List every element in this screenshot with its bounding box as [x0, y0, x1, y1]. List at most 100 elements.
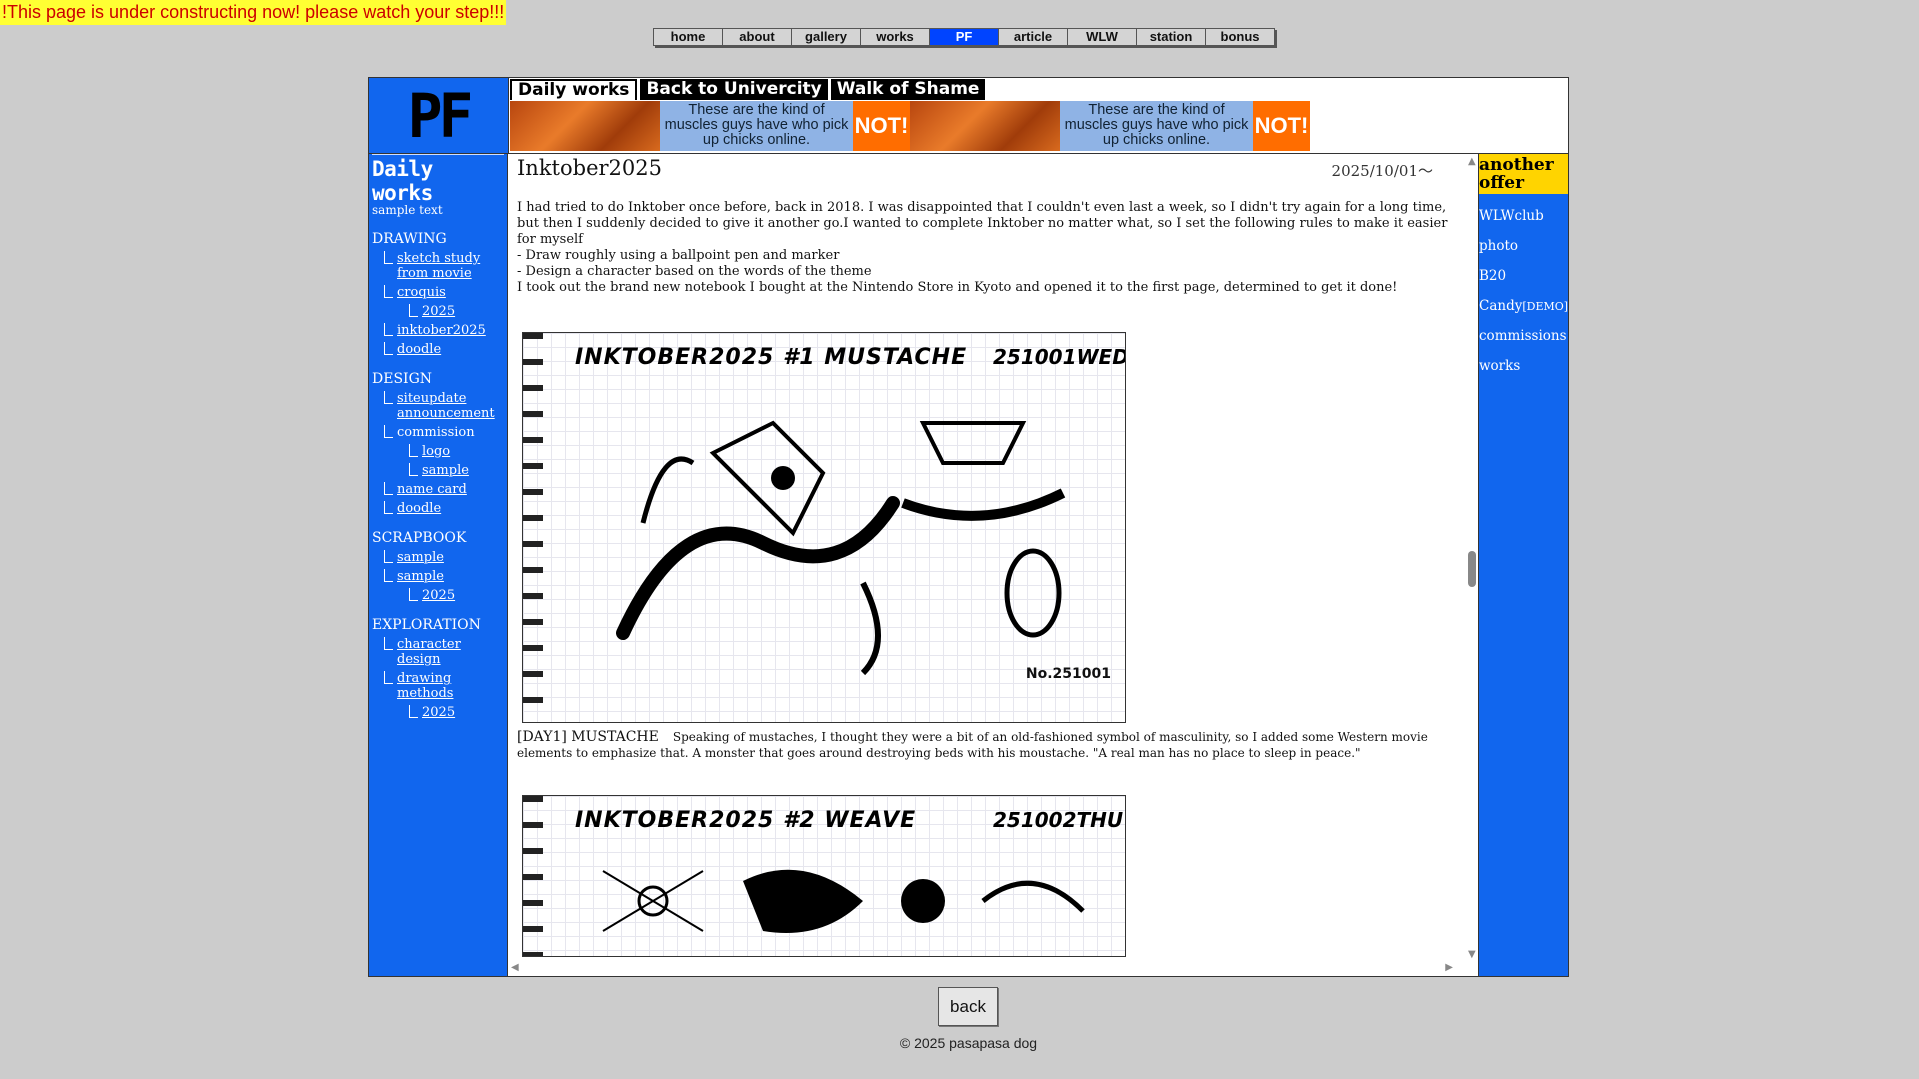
notebook-rings [523, 333, 543, 722]
nav-works[interactable]: works [861, 29, 930, 45]
scroll-left-icon[interactable]: ◀ [511, 962, 519, 973]
scroll-right-icon[interactable]: ▶ [1445, 962, 1453, 973]
another-offer-heading: another offer [1479, 154, 1568, 194]
right-link-label: commissions [1479, 328, 1567, 344]
right-link-label: photo [1479, 238, 1519, 254]
sidebar-link-drawing-methods[interactable]: drawing methods [397, 671, 453, 701]
sidebar-item: sample [372, 463, 504, 478]
ad-banners: These are the kind of muscles guys have … [510, 101, 1310, 151]
main-frame: PF Daily works Back to Univercity Walk of … [368, 77, 1569, 977]
sidebar-link-sample[interactable]: sample [397, 550, 444, 565]
sidebar-link-doodle[interactable]: doodle [397, 342, 441, 357]
nav-station[interactable]: station [1137, 29, 1206, 45]
sketch-number: No.251001 [1025, 666, 1111, 682]
caption-heading: [DAY1] MUSTACHE [517, 729, 659, 745]
sidebar-subtitle: sample text [372, 203, 443, 217]
post-paragraph: - Design a character based on the words … [517, 264, 872, 279]
demo-tag: [DEMO] [1522, 300, 1569, 313]
right-link-label: works [1479, 358, 1521, 374]
nav-wlw[interactable]: WLW [1068, 29, 1137, 45]
sidebar-link-inktober2025[interactable]: inktober2025 [397, 323, 486, 338]
sidebar-item: inktober2025 [372, 323, 504, 338]
sidebar-item: doodle [372, 501, 504, 516]
vertical-scrollbar[interactable]: ▲ ▼ [1466, 154, 1478, 962]
sidebar-link-doodle[interactable]: doodle [397, 501, 441, 516]
spider-drawing-icon [602, 869, 1085, 933]
sidebar-item: croquis [372, 285, 504, 300]
sidebar-section-design: DESIGN [372, 371, 432, 387]
sidebar-link-name-card[interactable]: name card [397, 482, 467, 497]
sidebar-list: sketch study from movie croquis 2025 inktob… [372, 251, 504, 357]
sidebar-item: sample [372, 569, 504, 584]
sidebar-list: sample sample 2025 [372, 550, 504, 603]
post-paragraph: I had tried to do Inktober once before, … [517, 200, 1448, 247]
notebook-rings [523, 796, 543, 956]
logo[interactable]: PF [369, 78, 509, 154]
right-link-label: Candy [1479, 298, 1523, 314]
post-body: I had tried to do Inktober once before, … [517, 200, 1452, 296]
tab-walk-of-shame[interactable]: Walk of Shame [830, 79, 986, 100]
banner-text: These are the kind of muscles guys have … [1060, 101, 1253, 151]
scroll-thumb[interactable] [1468, 551, 1476, 587]
sidebar-link-logo[interactable]: logo [422, 444, 450, 459]
sidebar-section-exploration: EXPLORATION [372, 617, 481, 633]
banner-photo [910, 101, 1060, 151]
scroll-up-icon[interactable]: ▲ [1468, 156, 1476, 167]
logo-text: PF [407, 79, 474, 152]
right-link-photo[interactable]: photo [1479, 238, 1568, 254]
mustache-drawing-icon [616, 420, 1066, 676]
sidebar-item: character design [372, 637, 504, 667]
sidebar-item: drawing methods [372, 671, 504, 701]
sketch-date: 251002THU [993, 808, 1124, 832]
right-link-b20[interactable]: B20 [1479, 268, 1568, 284]
sidebar-link-sample[interactable]: sample [422, 463, 469, 478]
sidebar-item: name card [372, 482, 504, 497]
sidebar-section-scrapbook: SCRAPBOOK [372, 530, 467, 546]
sidebar-item: 2025 [372, 304, 504, 319]
nav-home[interactable]: home [654, 29, 723, 45]
tab-back-to-univercity[interactable]: Back to Univercity [640, 79, 828, 100]
sidebar-link-sketch-study-from-movie[interactable]: sketch study from movie [397, 251, 480, 281]
construction-warning: !This page is under constructing now! pl… [0, 0, 507, 25]
sidebar-link-character-design[interactable]: character design [397, 637, 461, 667]
sketch-image-day2: INKTOBER2025 #2 WEAVE 251002THU [522, 795, 1126, 957]
post-paragraph: - Draw roughly using a ballpoint pen and… [517, 248, 840, 263]
nav-about[interactable]: about [723, 29, 792, 45]
right-link-candy[interactable]: Candy[DEMO] [1479, 298, 1568, 314]
post-title: Inktober2025 [517, 156, 662, 180]
right-link-commissions[interactable]: commissions [1479, 328, 1568, 344]
right-link-label: B20 [1479, 268, 1507, 284]
scroll-down-icon[interactable]: ▼ [1468, 949, 1476, 960]
nav-article[interactable]: article [999, 29, 1068, 45]
sidebar-item: siteupdate announcement [372, 391, 504, 421]
right-link-works[interactable]: works [1479, 358, 1568, 374]
nav-pf[interactable]: PF [930, 29, 999, 45]
sidebar-link-croquis[interactable]: croquis [397, 285, 446, 300]
sketch-image-day1: INKTOBER2025 #1 MUSTACHE 251001WED No.25… [522, 332, 1126, 723]
sidebar-link-siteupdate-announcement[interactable]: siteupdate announcement [397, 391, 495, 421]
nav-bonus[interactable]: bonus [1206, 29, 1274, 45]
caption-day1: [DAY1] MUSTACHE Speaking of mustaches, I … [517, 729, 1452, 761]
right-link-wlwclub[interactable]: WLWclub [1479, 208, 1568, 224]
ad-banner[interactable]: These are the kind of muscles guys have … [510, 101, 910, 151]
sidebar-list: siteupdate announcement commission logo sam… [372, 391, 504, 516]
banner-photo [510, 101, 660, 151]
sidebar-link-2025[interactable]: 2025 [422, 304, 455, 319]
tab-daily-works[interactable]: Daily works [510, 79, 638, 100]
back-button[interactable]: back [938, 987, 998, 1026]
sidebar-title: Daily works [372, 154, 504, 205]
right-sidebar: another offer WLWclub photo B20 Candy[DEMO]… [1479, 154, 1568, 976]
nav-gallery[interactable]: gallery [792, 29, 861, 45]
left-sidebar: Daily works sample text DRAWING sketch st… [369, 154, 508, 976]
banner-badge: NOT! [853, 101, 910, 151]
tab-strip: Daily works Back to Univercity Walk of Sha… [509, 78, 1568, 100]
sidebar-link-commission: commission [397, 425, 475, 440]
horizontal-scrollbar[interactable]: ◀ ▶ [509, 962, 1467, 976]
content-pane[interactable]: Inktober2025 2025/10/01〜 I had tried to … [509, 154, 1479, 976]
ad-banner[interactable]: These are the kind of muscles guys have … [910, 101, 1310, 151]
sketch-date: 251001WED [993, 345, 1126, 369]
tabs-header: Daily works Back to Univercity Walk of Sha… [509, 78, 1568, 154]
sidebar-link-2025[interactable]: 2025 [422, 705, 455, 720]
sidebar-link-2025[interactable]: 2025 [422, 588, 455, 603]
sidebar-link-sample[interactable]: sample [397, 569, 444, 584]
